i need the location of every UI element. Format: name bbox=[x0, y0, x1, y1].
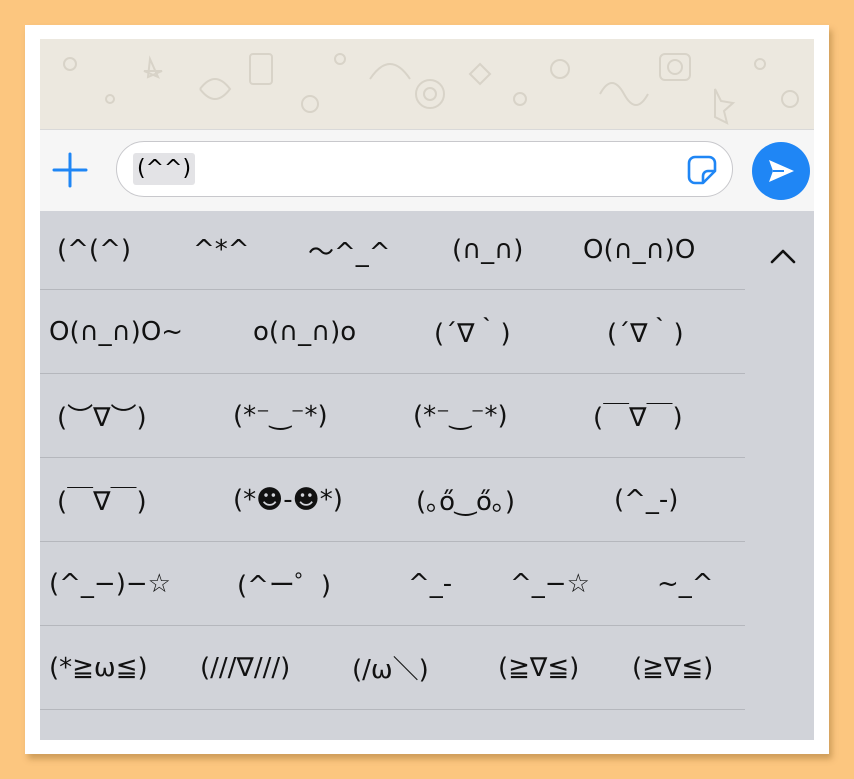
emoticon-key[interactable]: (￣∇￣) bbox=[593, 374, 683, 457]
emoticon-key[interactable]: ^_- bbox=[408, 542, 452, 625]
emoticon-key[interactable]: O(∩_∩)O bbox=[583, 211, 695, 289]
emoticon-row: (*≧ω≦) (///∇///) (/ω＼) (≧∇≦) (≧∇≦) bbox=[40, 626, 745, 710]
emoticon-key[interactable]: (｡ő‿ő｡) bbox=[416, 458, 515, 541]
emoticon-key[interactable]: (/ω＼) bbox=[352, 626, 429, 709]
emoticon-key[interactable]: ～^_^ bbox=[308, 211, 391, 289]
emoticon-key[interactable]: (￣∇￣) bbox=[57, 458, 147, 541]
emoticon-key[interactable]: (≧∇≦) bbox=[498, 626, 579, 709]
emoticon-key[interactable]: (∩_∩) bbox=[452, 211, 523, 289]
emoticon-row: O(∩_∩)O~ o(∩_∩)o (´∇｀) (´∇｀) bbox=[40, 290, 745, 374]
message-input-bar: (^^) bbox=[40, 129, 814, 211]
emoticon-key[interactable]: (^(^) bbox=[57, 211, 131, 289]
emoticon-key[interactable]: ^*^ bbox=[193, 211, 250, 289]
emoticon-key[interactable]: (*⁻‿⁻*) bbox=[413, 374, 508, 457]
screenshot-frame: (^^) (^(^) ^*^ ～^_^ (∩_∩) O(∩_∩)O O(∩_∩)… bbox=[25, 25, 829, 754]
chat-wallpaper bbox=[40, 39, 814, 129]
emoticon-row: (^(^) ^*^ ～^_^ (∩_∩) O(∩_∩)O bbox=[40, 211, 745, 290]
message-input[interactable]: (^^) bbox=[116, 141, 733, 197]
emoticon-key[interactable]: (´∇｀) bbox=[607, 290, 684, 373]
plus-icon[interactable] bbox=[50, 150, 90, 190]
emoticon-key[interactable]: O(∩_∩)O~ bbox=[49, 290, 183, 373]
emoticon-key[interactable]: (*☻-☻*) bbox=[233, 458, 343, 541]
emoticon-key[interactable]: (*⁻‿⁻*) bbox=[233, 374, 328, 457]
emoticon-row: (￣∇￣) (*☻-☻*) (｡ő‿ő｡) (^_-) bbox=[40, 458, 745, 542]
app-screen: (^^) (^(^) ^*^ ～^_^ (∩_∩) O(∩_∩)O O(∩_∩)… bbox=[40, 39, 814, 740]
emoticon-keyboard: (^(^) ^*^ ～^_^ (∩_∩) O(∩_∩)O O(∩_∩)O~ o(… bbox=[40, 211, 814, 740]
send-icon bbox=[769, 160, 794, 182]
emoticon-row: (^_−)−☆ (^ー゜) ^_- ^_−☆ ~_^ bbox=[40, 542, 745, 626]
emoticon-row: (︶∇︶) (*⁻‿⁻*) (*⁻‿⁻*) (￣∇￣) bbox=[40, 374, 745, 458]
emoticon-key[interactable]: o(∩_∩)o bbox=[253, 290, 356, 373]
send-button[interactable] bbox=[752, 142, 810, 200]
emoticon-key[interactable]: (´∇｀) bbox=[434, 290, 511, 373]
emoticon-key[interactable]: ~_^ bbox=[657, 542, 714, 625]
emoticon-key[interactable]: (^ー゜) bbox=[237, 542, 331, 625]
sticker-icon[interactable] bbox=[686, 154, 718, 186]
emoticon-key[interactable]: (///∇///) bbox=[200, 626, 290, 709]
emoticon-key[interactable]: (^_-) bbox=[614, 458, 678, 541]
emoticon-key[interactable]: (^_−)−☆ bbox=[49, 542, 171, 625]
emoticon-key[interactable]: ^_−☆ bbox=[510, 542, 590, 625]
message-input-value: (^^) bbox=[133, 153, 196, 185]
emoticon-key[interactable]: (≧∇≦) bbox=[632, 626, 713, 709]
emoticon-key[interactable]: (*≧ω≦) bbox=[49, 626, 148, 709]
chevron-up-icon[interactable] bbox=[758, 231, 808, 281]
emoticon-key[interactable]: (︶∇︶) bbox=[57, 374, 147, 457]
